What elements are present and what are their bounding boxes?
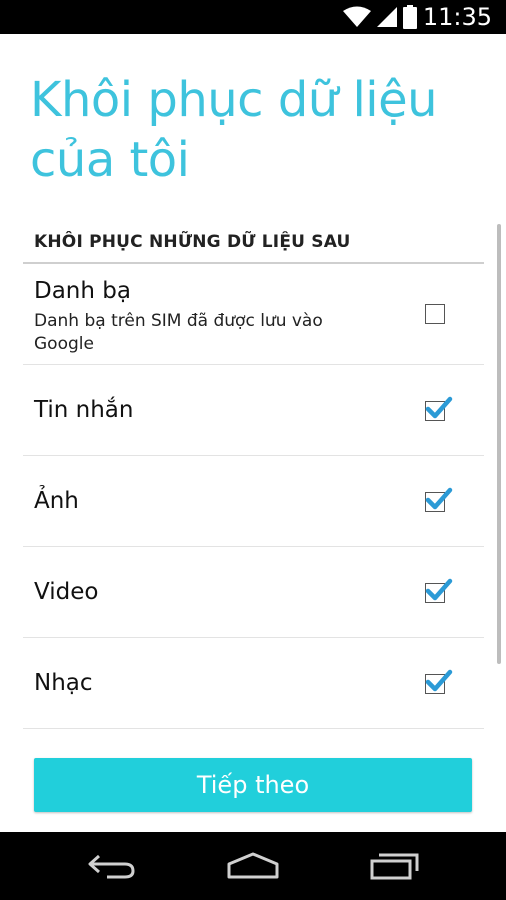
photos-checkbox[interactable] xyxy=(425,487,453,512)
page-title-line-2: của tôi xyxy=(30,132,190,188)
restore-options-list: Danh bạ Danh bạ trên SIM đã được lưu vào… xyxy=(23,264,484,729)
status-time: 11:35 xyxy=(422,3,492,31)
option-row-photos[interactable]: Ảnh xyxy=(23,456,484,547)
recent-apps-icon xyxy=(370,853,419,880)
option-row-contacts[interactable]: Danh bạ Danh bạ trên SIM đã được lưu vào… xyxy=(23,264,484,365)
checkmark-icon xyxy=(425,669,453,692)
option-label: Danh bạ xyxy=(34,278,131,304)
checkmark-icon xyxy=(425,396,453,419)
option-label: Tin nhắn xyxy=(34,397,134,423)
back-button[interactable] xyxy=(62,832,162,900)
next-button[interactable]: Tiếp theo xyxy=(34,758,472,812)
page-title: Khôi phục dữ liệu của tôi xyxy=(30,70,470,190)
navigation-bar xyxy=(0,832,506,900)
home-button[interactable] xyxy=(203,832,303,900)
option-label: Video xyxy=(34,579,99,605)
option-label: Nhạc xyxy=(34,670,93,696)
option-row-music[interactable]: Nhạc xyxy=(23,638,484,729)
status-bar: 11:35 xyxy=(0,0,506,34)
checkmark-icon xyxy=(425,487,453,510)
back-icon xyxy=(88,854,135,879)
signal-icon xyxy=(376,7,397,27)
page-title-line-1: Khôi phục dữ liệu xyxy=(30,72,438,128)
option-row-video[interactable]: Video xyxy=(23,547,484,638)
home-icon xyxy=(227,852,279,879)
video-checkbox[interactable] xyxy=(425,578,453,603)
checkmark-icon xyxy=(425,578,453,601)
contacts-checkbox[interactable] xyxy=(425,304,445,324)
status-icons: 11:35 xyxy=(342,0,492,34)
option-label: Ảnh xyxy=(34,488,79,514)
battery-icon xyxy=(402,5,417,29)
section-header: KHÔI PHỤC NHỮNG DỮ LIỆU SAU xyxy=(34,232,351,252)
wifi-icon xyxy=(342,6,371,27)
recent-apps-button[interactable] xyxy=(345,832,445,900)
scrollbar[interactable] xyxy=(497,224,501,664)
option-subtitle: Danh bạ trên SIM đã được lưu vào Google xyxy=(34,311,323,354)
music-checkbox[interactable] xyxy=(425,669,453,694)
messages-checkbox[interactable] xyxy=(425,396,453,421)
option-row-messages[interactable]: Tin nhắn xyxy=(23,365,484,456)
